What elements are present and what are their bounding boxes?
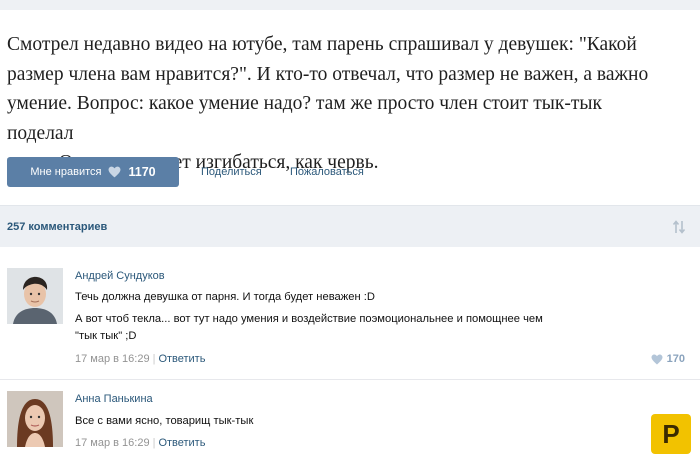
- top-strip: [0, 0, 700, 10]
- comment-text: Течь должна девушка от парня. И тогда бу…: [75, 289, 543, 345]
- avatar[interactable]: [7, 268, 63, 324]
- comments-count: 257 комментариев: [7, 221, 108, 233]
- like-label: Мне нравится: [30, 166, 102, 178]
- heart-icon: [651, 354, 663, 364]
- logo-letter: P: [662, 418, 680, 449]
- comment-item: Анна Панькина Все с вами ясно, товарищ т…: [0, 385, 700, 462]
- comment-text-line: А вот чтоб текла... вот тут надо умения …: [75, 313, 543, 325]
- post-text: Смотрел недавно видео на ютубе, там паре…: [7, 30, 667, 178]
- like-button[interactable]: Мне нравится 1170: [7, 157, 179, 187]
- comment-date[interactable]: 17 мар в 16:29: [75, 437, 150, 449]
- post-text-line: Смотрел недавно видео на ютубе, там паре…: [7, 34, 637, 55]
- comment-like-button[interactable]: 170: [651, 353, 685, 365]
- sort-arrows-icon[interactable]: [672, 219, 686, 235]
- comment-like-count: 170: [666, 353, 685, 365]
- comment-author[interactable]: Анна Панькина: [75, 393, 153, 405]
- comment-meta: 17 мар в 16:29 | Ответить: [75, 437, 206, 449]
- report-link[interactable]: Пожаловаться: [290, 166, 364, 178]
- comments-header: 257 комментариев: [0, 205, 700, 247]
- comment-text-line: "тык тык" ;D: [75, 330, 137, 342]
- avatar[interactable]: [7, 391, 63, 447]
- comment-text: Все с вами ясно, товарищ тык-тык: [75, 413, 253, 430]
- comment-item: Андрей Сундуков Течь должна девушка от п…: [0, 262, 700, 380]
- comment-text-line: Все с вами ясно, товарищ тык-тык: [75, 415, 254, 427]
- heart-icon: [108, 166, 121, 178]
- reply-link[interactable]: Ответить: [158, 437, 205, 449]
- post-text-line: умение. Вопрос: какое умение надо? там ж…: [7, 93, 602, 144]
- comment-meta: 17 мар в 16:29 | Ответить: [75, 353, 206, 365]
- comment-date[interactable]: 17 мар в 16:29: [75, 353, 150, 365]
- reply-link[interactable]: Ответить: [158, 353, 205, 365]
- post-text-line: размер члена вам нравится?". И кто-то от…: [7, 63, 649, 85]
- site-logo: P: [651, 414, 691, 454]
- share-link[interactable]: Поделиться: [201, 166, 262, 178]
- comment-author[interactable]: Андрей Сундуков: [75, 270, 165, 282]
- comment-text-line: Течь должна девушка от парня. И тогда бу…: [75, 291, 375, 303]
- like-count: 1170: [128, 165, 156, 179]
